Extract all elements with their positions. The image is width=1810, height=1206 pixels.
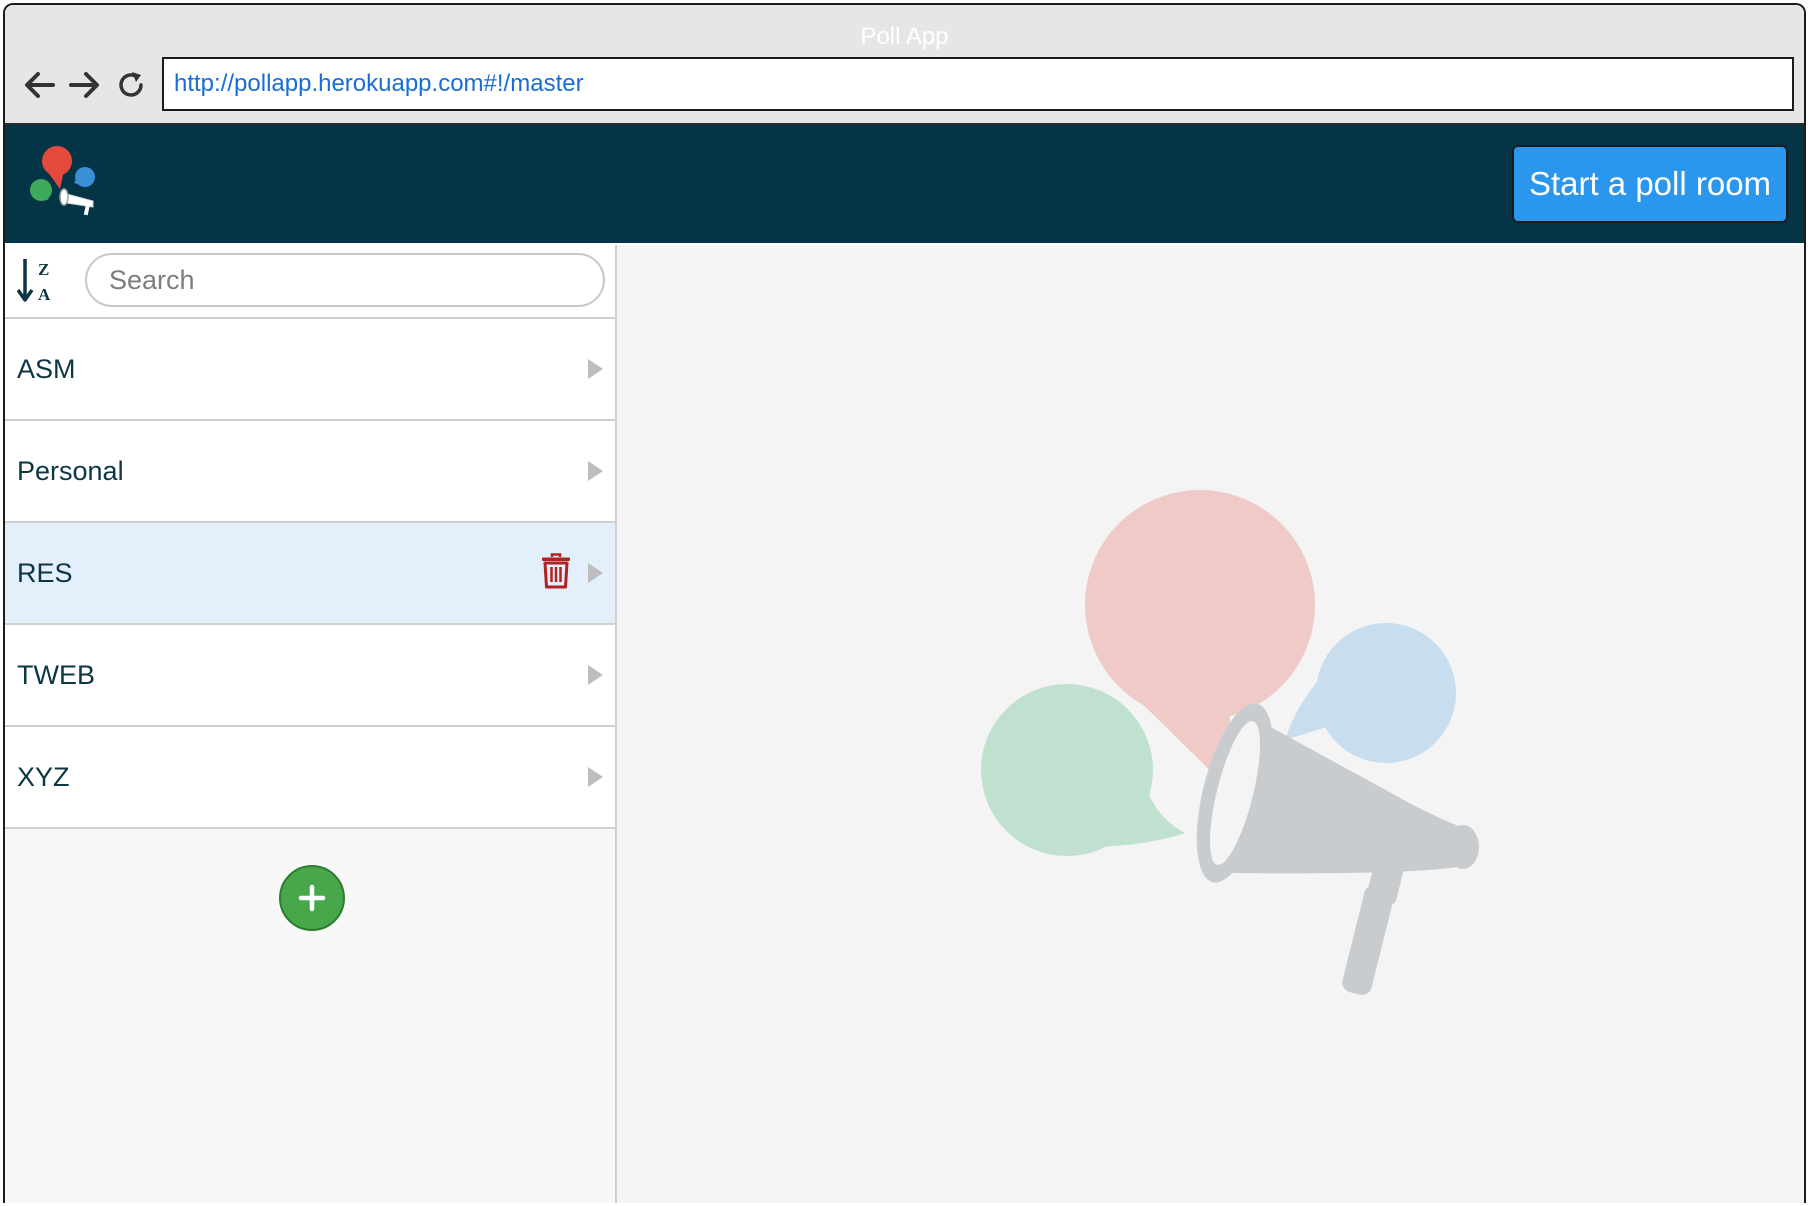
chevron-right-icon	[588, 665, 603, 685]
browser-window: Poll App http://pollapp.herokuapp.com#!/…	[3, 3, 1806, 1203]
main-content	[617, 245, 1804, 1203]
poll-app-logo[interactable]	[27, 145, 109, 223]
add-room-button[interactable]	[279, 865, 345, 931]
forward-arrow-icon[interactable]	[65, 65, 105, 105]
app-header: Start a poll room	[5, 125, 1804, 243]
window-title: Poll App	[860, 23, 949, 50]
svg-text:Z: Z	[38, 260, 49, 279]
list-item[interactable]: Personal	[5, 421, 615, 523]
sort-alpha-desc-icon[interactable]: Z A	[16, 257, 57, 305]
list-item[interactable]: ASM	[5, 319, 615, 421]
list-item-label: RES	[17, 558, 73, 588]
sidebar: Z A ASM Personal RES	[5, 245, 617, 1203]
chevron-right-icon	[588, 461, 603, 481]
chevron-right-icon	[588, 359, 603, 379]
start-poll-room-button[interactable]: Start a poll room	[1512, 145, 1788, 223]
url-text: http://pollapp.herokuapp.com#!/master	[174, 70, 584, 97]
address-bar[interactable]: http://pollapp.herokuapp.com#!/master	[162, 57, 1794, 111]
list-item-label: ASM	[17, 354, 76, 384]
list-item-label: XYZ	[17, 762, 70, 792]
list-item[interactable]: XYZ	[5, 727, 615, 829]
room-list: ASM Personal RES TWEB XYZ	[5, 319, 615, 829]
search-input[interactable]	[85, 253, 605, 307]
trash-icon[interactable]	[541, 553, 571, 589]
sidebar-toolbar: Z A	[5, 245, 615, 319]
list-item[interactable]: RES	[5, 523, 615, 625]
list-item-label: TWEB	[17, 660, 95, 690]
svg-text:A: A	[38, 285, 51, 304]
chevron-right-icon	[588, 563, 603, 583]
reload-icon[interactable]	[111, 65, 151, 105]
list-item[interactable]: TWEB	[5, 625, 615, 727]
back-arrow-icon[interactable]	[19, 65, 59, 105]
plus-icon	[298, 884, 326, 912]
list-item-label: Personal	[17, 456, 124, 486]
chevron-right-icon	[588, 767, 603, 787]
megaphone-speech-bubbles-icon	[981, 490, 1479, 995]
browser-chrome: Poll App http://pollapp.herokuapp.com#!/…	[5, 5, 1804, 125]
